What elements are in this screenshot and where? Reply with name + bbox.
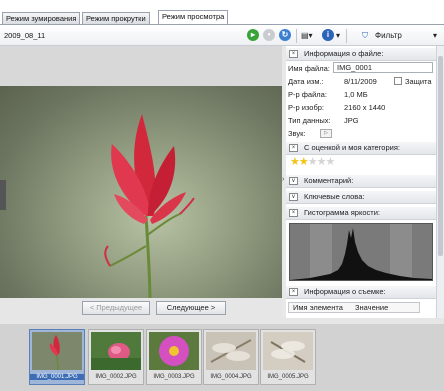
filter-icon[interactable]: ⛉	[362, 29, 368, 43]
section-file-info-header[interactable]: × Информация о файле:	[286, 48, 436, 61]
info-panel-scrollbar[interactable]	[436, 46, 444, 318]
protect-label: Защита	[405, 77, 432, 86]
section-rating-header[interactable]: × С оценкой и моя категория:	[286, 142, 436, 155]
thumbnail-image-art	[149, 332, 199, 370]
flower-photo-image	[104, 114, 195, 304]
current-folder-label: 2009_08_11	[4, 31, 46, 40]
expand-toggle-icon[interactable]: ∨	[289, 177, 298, 185]
info-icon[interactable]: i	[322, 29, 334, 41]
star-icon[interactable]: ★	[308, 156, 318, 168]
sound-label: Звук:	[288, 129, 306, 138]
section-title: Комментарий:	[304, 176, 354, 185]
section-keywords-header[interactable]: ∨ Ключевые слова:	[286, 191, 436, 204]
thumbnail-caption: IMG_0001.JPG	[30, 374, 84, 380]
play-sound-icon[interactable]: ▷	[320, 129, 332, 138]
mode-tab-bar: Режим зумирования Режим прокрутки Режим …	[0, 0, 444, 24]
section-title: Гистограмма яркости:	[304, 208, 380, 217]
thumbnail-caption: IMG_0004.JPG	[210, 374, 252, 380]
filter-button[interactable]: Фильтр	[375, 29, 402, 43]
star-icon[interactable]: ★	[299, 156, 309, 168]
image-dims-value: 2160 x 1440	[344, 103, 386, 112]
section-comment-header[interactable]: ∨ Комментарий:	[286, 175, 436, 188]
section-title: Информация о съемке:	[304, 287, 386, 296]
tab-zoom-mode[interactable]: Режим зумирования	[2, 12, 81, 24]
star-icon[interactable]: ★	[326, 156, 336, 168]
data-type-label: Тип данных:	[288, 116, 331, 125]
star-icon[interactable]: ★	[317, 156, 327, 168]
toolbar-separator	[346, 29, 347, 43]
tab-view-mode[interactable]: Режим просмотра	[158, 10, 229, 24]
section-histogram-header[interactable]: × Гистограмма яркости:	[286, 207, 436, 220]
date-value: 8/11/2009	[344, 77, 377, 86]
thumbnail-image	[149, 332, 199, 370]
collapse-panel-chevron-icon[interactable]: ›	[282, 176, 284, 183]
data-type-value: JPG	[344, 116, 359, 125]
thumbnail-caption: IMG_0003.JPG	[153, 374, 195, 380]
protect-checkbox[interactable]	[394, 77, 402, 85]
star-icon[interactable]: ★	[290, 156, 300, 168]
collapse-toggle-icon[interactable]: ×	[289, 144, 298, 152]
thumbnail-image	[263, 332, 313, 370]
thumbnail-image-art	[91, 332, 141, 370]
thumbnail-image	[206, 332, 256, 370]
filter-chevron-down-icon[interactable]: ▾	[433, 29, 437, 43]
file-size-label: Р-р файла:	[288, 90, 327, 99]
collapse-toggle-icon[interactable]: ×	[289, 50, 298, 58]
thumbnail-image	[32, 332, 82, 370]
collapse-toggle-icon[interactable]: ×	[289, 288, 298, 296]
image-dims-label: Р-р изобр:	[288, 103, 325, 112]
thumbnail-item[interactable]: IMG_0003.JPG	[146, 329, 202, 385]
section-title: Ключевые слова:	[304, 192, 365, 201]
thumbnail-image-art	[32, 332, 82, 370]
info-panel: × Информация о файле: Имя файла: IMG_000…	[286, 46, 436, 318]
thumbnail-image-art	[206, 332, 256, 370]
file-size-value: 1,0 МБ	[344, 90, 368, 99]
brightness-histogram	[289, 223, 433, 281]
thumbnail-image-art	[263, 332, 313, 370]
thumbnail-image	[91, 332, 141, 370]
rating-stars[interactable]: ★★★★★	[290, 155, 336, 168]
thumbnail-item[interactable]: IMG_0001.JPG	[29, 329, 85, 385]
thumbnail-item[interactable]: IMG_0002.JPG	[88, 329, 144, 385]
file-name-label: Имя файла:	[288, 64, 330, 73]
toolbar-separator	[296, 29, 297, 43]
image-navigation-bar: < Предыдущее Следующее >	[0, 298, 282, 318]
scrollbar-thumb[interactable]	[438, 56, 443, 256]
thumbnail-item[interactable]: IMG_0004.JPG	[203, 329, 259, 385]
shooting-info-table-header: Имя элемента Значение	[288, 302, 420, 313]
column-header-element-name[interactable]: Имя элемента	[293, 303, 343, 312]
next-image-button[interactable]: Следующее >	[156, 301, 226, 315]
left-panel-collapse-handle[interactable]	[0, 180, 6, 210]
image-viewer	[0, 46, 282, 318]
file-name-field[interactable]: IMG_0001	[333, 62, 433, 73]
histogram-graph	[290, 224, 432, 280]
previous-image-button[interactable]: < Предыдущее	[82, 301, 150, 315]
thumbnail-filmstrip: IMG_0001.JPG IMG_0002.JPG IMG_0003.JPG I…	[0, 324, 444, 391]
rotate-icon[interactable]: ↻	[279, 29, 291, 41]
main-photo[interactable]	[0, 86, 282, 304]
edit-menu-icon[interactable]: ▤▾	[301, 29, 313, 43]
date-label: Дата изм.:	[288, 77, 324, 86]
stop-icon[interactable]: •	[263, 29, 275, 41]
tab-scroll-mode[interactable]: Режим прокрутки	[82, 12, 150, 24]
thumbnail-caption: IMG_0002.JPG	[95, 374, 137, 380]
expand-toggle-icon[interactable]: ∨	[289, 193, 298, 201]
column-header-value[interactable]: Значение	[355, 303, 388, 312]
toolbar: 2009_08_11 ▸ • ↻ ▤▾ i ▾ ⛉ Фильтр ▾	[0, 24, 444, 46]
section-title: С оценкой и моя категория:	[304, 143, 400, 152]
thumbnail-item[interactable]: IMG_0005.JPG	[260, 329, 316, 385]
info-dropdown-chevron-icon[interactable]: ▾	[336, 29, 340, 43]
thumbnail-caption: IMG_0005.JPG	[267, 374, 309, 380]
play-icon[interactable]: ▸	[247, 29, 259, 41]
section-shooting-info-header[interactable]: × Информация о съемке:	[286, 286, 436, 299]
collapse-toggle-icon[interactable]: ×	[289, 209, 298, 217]
section-title: Информация о файле:	[304, 49, 384, 58]
